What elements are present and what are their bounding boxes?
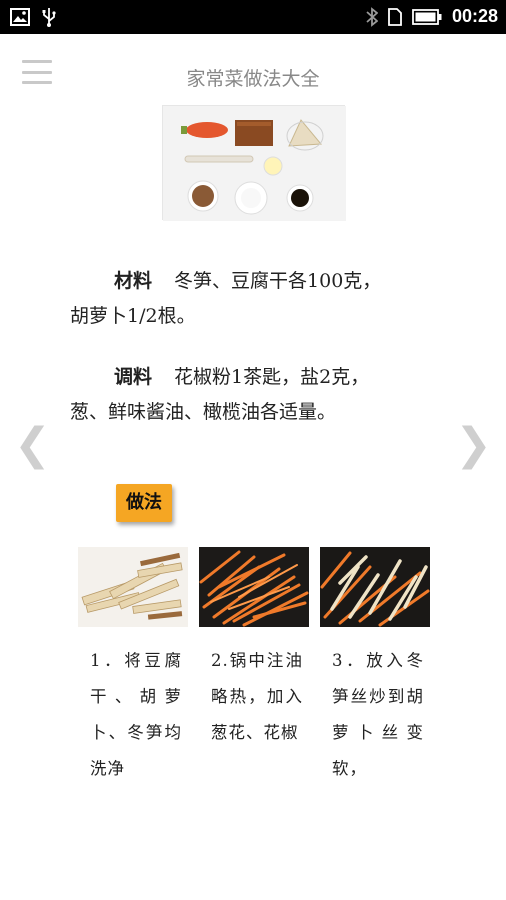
status-bar: 00:28	[0, 0, 506, 34]
next-page-button[interactable]: ❯	[455, 420, 492, 470]
step-3-text: 3．放入冬笋丝炒到胡萝卜丝变软，	[332, 651, 424, 778]
step-2-photo	[199, 547, 309, 627]
prev-page-button[interactable]: ❮	[14, 420, 51, 470]
step-3-photo	[320, 547, 430, 627]
ingredients-photo	[162, 105, 346, 221]
usb-icon	[42, 8, 56, 27]
clock: 00:28	[451, 6, 498, 26]
steps-row: 1．将豆腐干、胡萝卜、冬笋均洗净 2.锅中注油略热，加入葱花、花椒 3．放入冬笋…	[78, 547, 430, 787]
step-1-photo	[78, 547, 188, 627]
step-card: 2.锅中注油略热，加入葱花、花椒	[199, 547, 309, 787]
battery-icon	[412, 8, 442, 25]
seasoning-label: 调料	[114, 366, 153, 388]
step-2-text: 2.锅中注油略热，加入葱花、花椒	[211, 651, 303, 742]
ingredients-illustration	[163, 106, 346, 221]
step-card: 3．放入冬笋丝炒到胡萝卜丝变软，	[320, 547, 430, 787]
page-title: 家常菜做法大全	[186, 68, 320, 90]
method-label: 做法	[116, 484, 172, 522]
image-icon	[10, 8, 30, 26]
seasoning-section: 调料 花椒粉1茶匙，盐2克，葱、鲜味酱油、橄榄油各适量。	[70, 360, 400, 430]
app-header: 家常菜做法大全	[0, 34, 506, 112]
step-card: 1．将豆腐干、胡萝卜、冬笋均洗净	[78, 547, 188, 787]
status-left-icons	[10, 7, 56, 27]
sim-icon	[388, 7, 402, 26]
bluetooth-icon	[366, 6, 378, 27]
ingredients-section: 材料 冬笋、豆腐干各100克，胡萝卜1/2根。	[70, 264, 400, 334]
ingredients-label: 材料	[114, 270, 153, 292]
step-1-text: 1．将豆腐干、胡萝卜、冬笋均洗净	[90, 651, 182, 778]
status-right-icons: 00:28	[366, 6, 498, 27]
